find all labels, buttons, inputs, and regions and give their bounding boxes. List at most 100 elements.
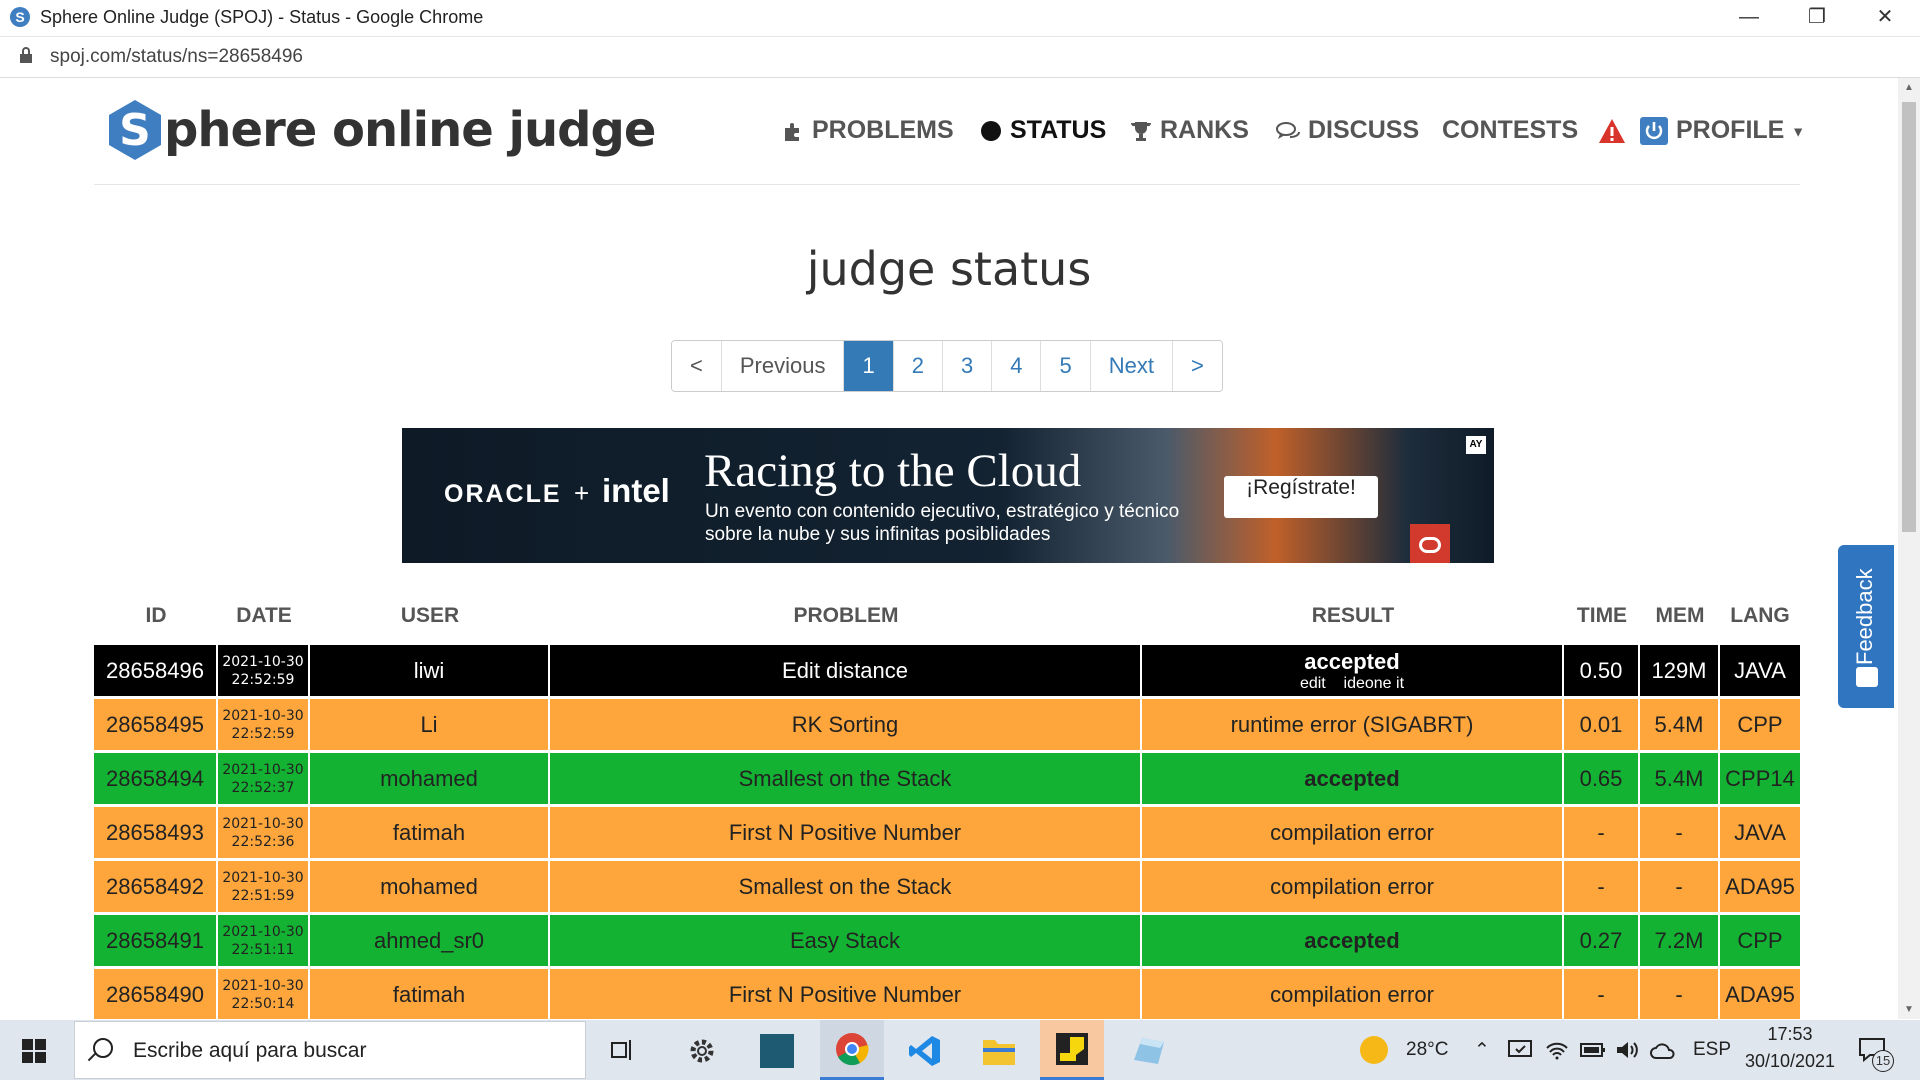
power-icon xyxy=(1640,117,1668,146)
col-date[interactable]: DATE xyxy=(218,604,310,628)
close-button[interactable]: ✕ xyxy=(1850,0,1920,36)
cell-problem[interactable]: Smallest on the Stack xyxy=(550,861,1140,912)
wifi-icon[interactable] xyxy=(1546,1040,1568,1060)
col-time[interactable]: TIME xyxy=(1564,604,1640,628)
col-id[interactable]: ID xyxy=(94,604,218,628)
cell-problem[interactable]: Edit distance xyxy=(550,645,1140,696)
cell-result-links[interactable]: edit ideone it xyxy=(1300,675,1404,693)
cell-result: runtime error (SIGABRT) xyxy=(1142,699,1562,750)
cell-user[interactable]: Li xyxy=(310,699,548,750)
cell-problem[interactable]: First N Positive Number xyxy=(550,807,1140,858)
minimize-button[interactable]: — xyxy=(1714,0,1784,36)
pagination-next[interactable]: Next xyxy=(1090,341,1173,391)
weather-widget[interactable]: 28°C xyxy=(1360,1020,1448,1080)
cell-id[interactable]: 28658493 xyxy=(94,807,216,858)
notification-center[interactable]: 15 xyxy=(1858,1036,1894,1072)
cell-date: 2021-10-30 22:52:36 xyxy=(218,807,308,858)
pagination-previous[interactable]: Previous xyxy=(721,341,845,391)
window-titlebar: S Sphere Online Judge (SPOJ) - Status - … xyxy=(0,0,1920,37)
col-result[interactable]: RESULT xyxy=(1142,604,1564,628)
cell-time: - xyxy=(1564,861,1638,912)
nav-profile[interactable]: PROFILE ▼ xyxy=(1640,116,1805,146)
col-user[interactable]: USER xyxy=(310,604,550,628)
nav-ranks[interactable]: RANKS xyxy=(1130,116,1249,145)
pagination-page-5[interactable]: 5 xyxy=(1041,341,1091,391)
pagination-page-2[interactable]: 2 xyxy=(893,341,943,391)
file-explorer-icon[interactable] xyxy=(982,1036,1016,1066)
cell-id[interactable]: 28658490 xyxy=(94,969,216,1019)
col-lang[interactable]: LANG xyxy=(1720,604,1800,628)
cell-result: accepted xyxy=(1142,753,1562,804)
col-problem[interactable]: PROBLEM xyxy=(550,604,1142,628)
taskbar-search[interactable]: Escribe aquí para buscar xyxy=(74,1021,586,1079)
pagination-first[interactable]: < xyxy=(672,341,722,391)
header-divider xyxy=(94,184,1800,185)
settings-gear-icon[interactable] xyxy=(688,1037,716,1065)
volume-icon[interactable] xyxy=(1616,1040,1640,1060)
table-row: 28658493 2021-10-30 22:52:36 fatimah Firs… xyxy=(94,807,1800,861)
show-hidden-icons[interactable]: ⌃ xyxy=(1474,1020,1490,1080)
nav-discuss[interactable]: DISCUSS xyxy=(1276,116,1419,145)
cell-date-time: 22:52:59 xyxy=(231,725,295,742)
pagination-page-3[interactable]: 3 xyxy=(942,341,993,391)
ad-subline: Un evento con contenido ejecutivo, estra… xyxy=(705,501,1180,545)
pagination-page-4[interactable]: 4 xyxy=(992,341,1042,391)
clock-date: 30/10/2021 xyxy=(1744,1051,1836,1071)
cell-user[interactable]: fatimah xyxy=(310,969,548,1019)
lock-icon xyxy=(20,47,32,63)
scroll-down-icon[interactable]: ▼ xyxy=(1904,1004,1914,1015)
page-scrollbar[interactable]: ▲ ▼ xyxy=(1898,78,1920,1019)
cell-date-day: 2021-10-30 xyxy=(222,923,304,940)
cloud-icon[interactable] xyxy=(1650,1042,1676,1060)
nav-problems[interactable]: PROBLEMS xyxy=(782,116,954,145)
cell-user[interactable]: mohamed xyxy=(310,861,548,912)
cell-time: - xyxy=(1564,969,1638,1019)
cell-mem: 129M xyxy=(1640,645,1718,696)
cell-user[interactable]: ahmed_sr0 xyxy=(310,915,548,966)
task-view-icon[interactable] xyxy=(610,1037,636,1063)
scroll-up-icon[interactable]: ▲ xyxy=(1904,82,1914,93)
cell-id[interactable]: 28658494 xyxy=(94,753,216,804)
book-app-icon[interactable] xyxy=(760,1034,794,1068)
battery-icon[interactable] xyxy=(1580,1042,1606,1058)
url-text[interactable]: spoj.com/status/ns=28658496 xyxy=(50,46,303,68)
cell-problem[interactable]: RK Sorting xyxy=(550,699,1140,750)
cell-id[interactable]: 28658495 xyxy=(94,699,216,750)
ad-banner[interactable]: ORACLE + intel Racing to the Cloud Un ev… xyxy=(402,428,1494,563)
warning-icon[interactable] xyxy=(1598,118,1626,144)
cell-problem[interactable]: Easy Stack xyxy=(550,915,1140,966)
paint-app-icon[interactable] xyxy=(1132,1034,1166,1066)
nav-status[interactable]: STATUS xyxy=(980,116,1106,145)
input-language[interactable]: ESP xyxy=(1693,1020,1731,1080)
sticky-notes-taskbar-button[interactable] xyxy=(1040,1020,1104,1080)
cell-result-text: accepted xyxy=(1304,648,1400,674)
col-mem[interactable]: MEM xyxy=(1640,604,1720,628)
restore-button[interactable]: ❐ xyxy=(1782,0,1852,36)
taskbar-clock[interactable]: 17:53 30/10/2021 xyxy=(1740,1024,1840,1072)
ad-register-button[interactable]: ¡Regístrate! xyxy=(1224,476,1378,518)
pagination-last[interactable]: > xyxy=(1172,341,1222,391)
security-icon[interactable] xyxy=(1508,1040,1532,1060)
vscode-icon[interactable] xyxy=(908,1034,942,1068)
pagination-page-1[interactable]: 1 xyxy=(844,341,894,391)
cell-user[interactable]: mohamed xyxy=(310,753,548,804)
cell-problem[interactable]: First N Positive Number xyxy=(550,969,1140,1019)
chrome-taskbar-button[interactable] xyxy=(820,1020,884,1080)
cell-date-day: 2021-10-30 xyxy=(222,653,304,670)
cell-id[interactable]: 28658491 xyxy=(94,915,216,966)
nav-contests[interactable]: CONTESTS xyxy=(1442,116,1578,145)
address-bar[interactable]: spoj.com/status/ns=28658496 xyxy=(0,37,1920,78)
cell-id[interactable]: 28658492 xyxy=(94,861,216,912)
feedback-tab[interactable]: Feedback xyxy=(1838,545,1894,708)
status-table-body: 28658496 2021-10-30 22:52:59 liwi Edit di… xyxy=(94,645,1800,1019)
cell-result-text: accepted xyxy=(1304,765,1400,791)
cell-user[interactable]: fatimah xyxy=(310,807,548,858)
cell-user[interactable]: liwi xyxy=(310,645,548,696)
windows-start-icon[interactable] xyxy=(22,1039,46,1063)
nav-profile-label: PROFILE xyxy=(1676,116,1785,144)
cell-result: compilation error xyxy=(1142,861,1562,912)
adchoices-icon[interactable]: AY xyxy=(1466,436,1486,454)
cell-problem[interactable]: Smallest on the Stack xyxy=(550,753,1140,804)
scrollbar-thumb[interactable] xyxy=(1902,102,1916,532)
cell-id[interactable]: 28658496 xyxy=(94,645,216,696)
